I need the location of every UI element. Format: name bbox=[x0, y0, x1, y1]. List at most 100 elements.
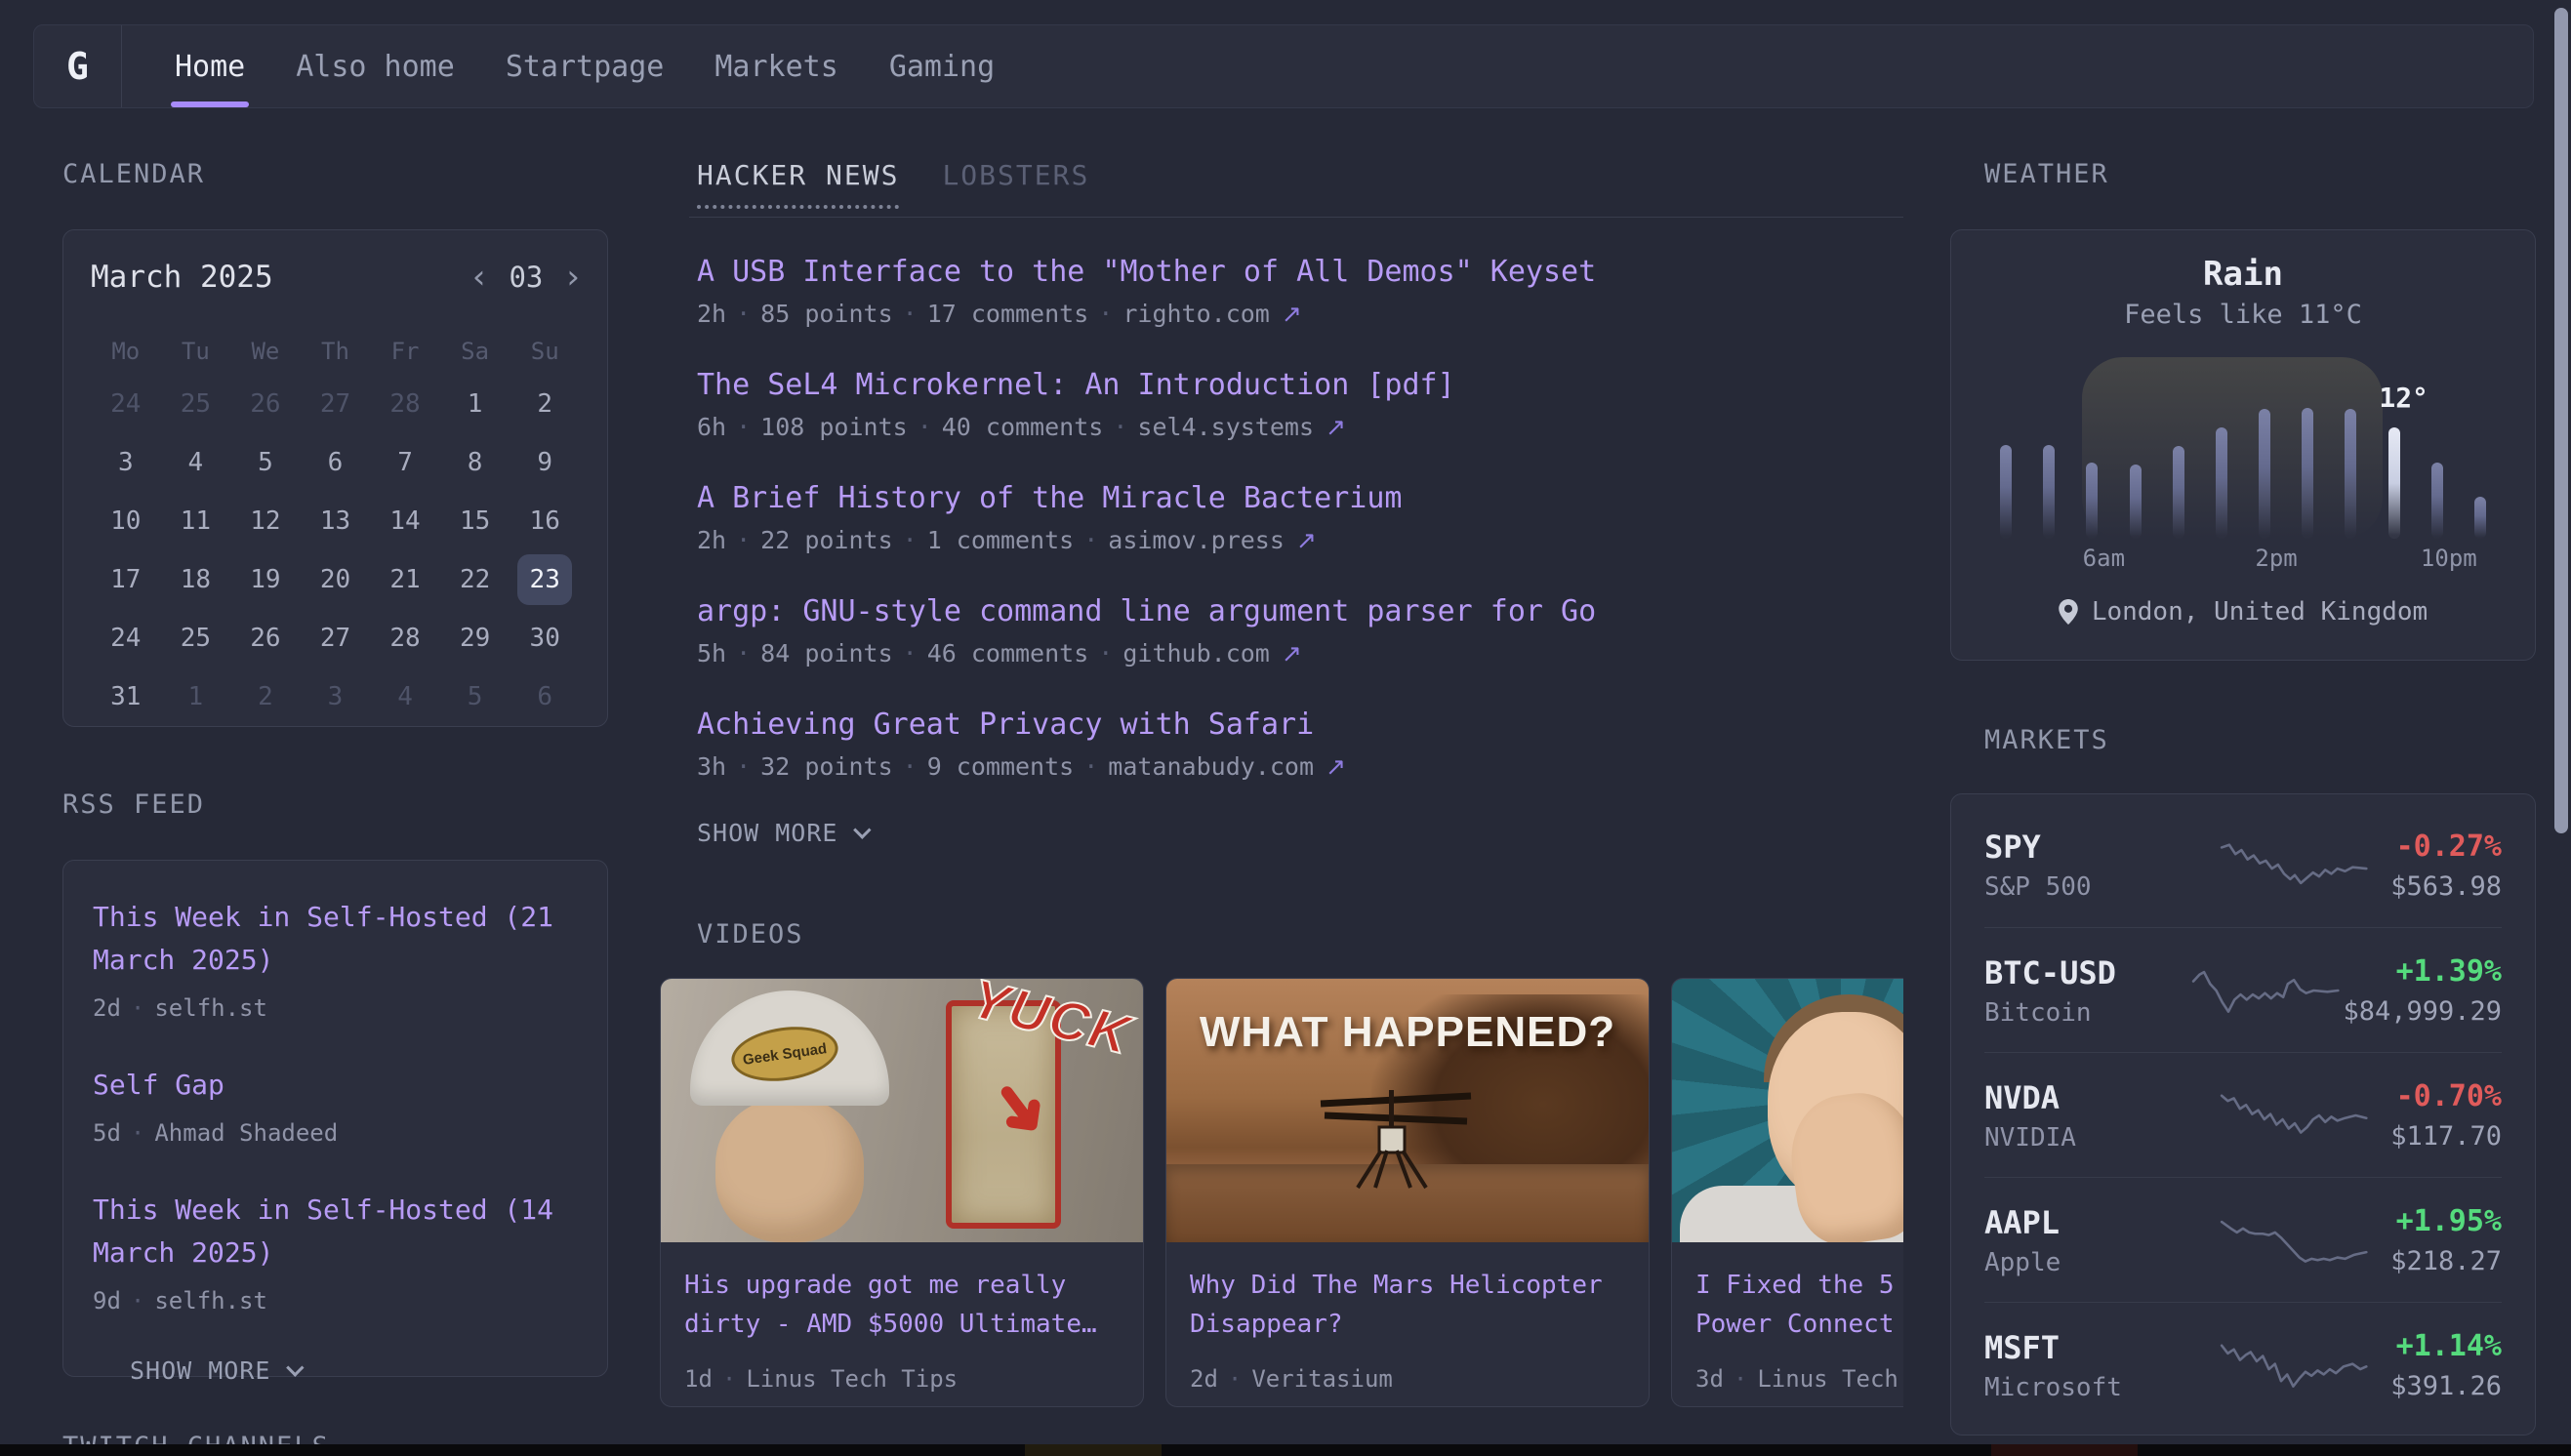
market-values-block: -0.27%$563.98 bbox=[2371, 829, 2502, 902]
calendar-day[interactable]: 10 bbox=[91, 492, 161, 550]
calendar-day[interactable]: 7 bbox=[370, 433, 440, 492]
calendar-day[interactable]: 9 bbox=[510, 433, 580, 492]
calendar-day[interactable]: 28 bbox=[370, 375, 440, 433]
calendar-day-number: 20 bbox=[320, 565, 350, 594]
market-sparkline bbox=[2190, 964, 2343, 1017]
rss-item-title[interactable]: This Week in Self-Hosted (21 March 2025) bbox=[93, 896, 578, 982]
calendar-day[interactable]: 6 bbox=[301, 433, 371, 492]
calendar-day[interactable]: 13 bbox=[301, 492, 371, 550]
news-item-comments: 1 comments bbox=[927, 526, 1075, 554]
calendar-day[interactable]: 4 bbox=[161, 433, 231, 492]
calendar-day[interactable]: 1 bbox=[440, 375, 510, 433]
nav-tab-startpage[interactable]: Startpage bbox=[506, 25, 665, 107]
calendar-day[interactable]: 5 bbox=[230, 433, 301, 492]
calendar-day[interactable]: 25 bbox=[161, 375, 231, 433]
calendar-day[interactable]: 2 bbox=[510, 375, 580, 433]
weather-bar bbox=[2216, 427, 2227, 539]
video-title[interactable]: Why Did The Mars Helicopter Disappear? bbox=[1190, 1266, 1625, 1344]
calendar-day[interactable]: 4 bbox=[370, 667, 440, 726]
external-link-icon: ↗ bbox=[1282, 639, 1302, 667]
video-card[interactable]: WHAT HAPPENED?Why Did The Mars Helicopte… bbox=[1165, 978, 1650, 1407]
rss-item-source: selfh.st bbox=[154, 1287, 267, 1314]
news-item-domain-link[interactable]: asimov.press↗ bbox=[1108, 526, 1317, 554]
page-scrollbar[interactable] bbox=[2554, 8, 2568, 833]
news-item-comments: 9 comments bbox=[927, 752, 1075, 781]
calendar-day-number: 23 bbox=[517, 554, 572, 605]
calendar-day[interactable]: 29 bbox=[440, 609, 510, 667]
video-card[interactable]: DO TH TI Fixed the 5 Power Connect3d·Lin… bbox=[1671, 978, 1903, 1407]
calendar-day-selected[interactable]: 23 bbox=[510, 550, 580, 609]
video-card[interactable]: Geek SquadYUCKHis upgrade got me really … bbox=[660, 978, 1144, 1407]
calendar-day[interactable]: 30 bbox=[510, 609, 580, 667]
rss-show-more-button[interactable]: SHOW MORE bbox=[130, 1356, 578, 1385]
market-row-btc-usd[interactable]: BTC-USDBitcoin+1.39%$84,999.29 bbox=[1984, 927, 2502, 1052]
news-item-title[interactable]: argp: GNU-style command line argument pa… bbox=[697, 592, 1903, 631]
calendar-day[interactable]: 16 bbox=[510, 492, 580, 550]
news-show-more-button[interactable]: SHOW MORE bbox=[697, 819, 1903, 847]
calendar-day[interactable]: 31 bbox=[91, 667, 161, 726]
calendar-day[interactable]: 18 bbox=[161, 550, 231, 609]
news-item-domain-link[interactable]: sel4.systems↗ bbox=[1137, 413, 1346, 441]
calendar-day[interactable]: 17 bbox=[91, 550, 161, 609]
location-pin-icon bbox=[2059, 599, 2078, 625]
news-tab-hacker-news[interactable]: HACKER NEWS bbox=[697, 159, 899, 209]
calendar-day[interactable]: 5 bbox=[440, 667, 510, 726]
calendar-day[interactable]: 19 bbox=[230, 550, 301, 609]
calendar-day[interactable]: 21 bbox=[370, 550, 440, 609]
nav-tab-gaming[interactable]: Gaming bbox=[889, 25, 995, 107]
weather-hour-label: 6am bbox=[2083, 545, 2125, 572]
calendar-day-number: 6 bbox=[328, 448, 344, 477]
market-row-msft[interactable]: MSFTMicrosoft+1.14%$391.26 bbox=[1984, 1302, 2502, 1427]
separator-dot: · bbox=[1098, 300, 1113, 328]
calendar-day[interactable]: 14 bbox=[370, 492, 440, 550]
video-title[interactable]: I Fixed the 5 Power Connect bbox=[1695, 1266, 1903, 1344]
external-link-icon: ↗ bbox=[1282, 300, 1302, 328]
calendar-day[interactable]: 28 bbox=[370, 609, 440, 667]
nav-tab-markets[interactable]: Markets bbox=[714, 25, 837, 107]
calendar-day[interactable]: 6 bbox=[510, 667, 580, 726]
calendar-day[interactable]: 2 bbox=[230, 667, 301, 726]
calendar-day[interactable]: 22 bbox=[440, 550, 510, 609]
news-tab-lobsters[interactable]: LOBSTERS bbox=[942, 159, 1089, 209]
calendar-day-number: 5 bbox=[258, 448, 273, 477]
rss-item-title[interactable]: Self Gap bbox=[93, 1064, 578, 1107]
calendar-day[interactable]: 15 bbox=[440, 492, 510, 550]
calendar-day[interactable]: 8 bbox=[440, 433, 510, 492]
weather-bar bbox=[2130, 465, 2142, 539]
rss-item-source: Ahmad Shadeed bbox=[154, 1119, 338, 1147]
separator-dot: · bbox=[918, 413, 932, 441]
calendar-day[interactable]: 1 bbox=[161, 667, 231, 726]
calendar-prev-icon[interactable]: ‹ bbox=[472, 263, 486, 292]
market-row-nvda[interactable]: NVDANVIDIA-0.70%$117.70 bbox=[1984, 1052, 2502, 1177]
news-item-title[interactable]: A USB Interface to the "Mother of All De… bbox=[697, 253, 1903, 292]
market-symbol: MSFT bbox=[1984, 1328, 2219, 1367]
calendar-day[interactable]: 24 bbox=[91, 609, 161, 667]
news-item-domain-link[interactable]: github.com↗ bbox=[1122, 639, 1301, 667]
news-item-title[interactable]: The SeL4 Microkernel: An Introduction [p… bbox=[697, 366, 1903, 405]
calendar-day[interactable]: 3 bbox=[301, 667, 371, 726]
calendar-next-icon[interactable]: › bbox=[566, 263, 580, 292]
news-item-domain-link[interactable]: matanabudy.com↗ bbox=[1108, 752, 1346, 781]
calendar-day[interactable]: 27 bbox=[301, 609, 371, 667]
calendar-day[interactable]: 27 bbox=[301, 375, 371, 433]
calendar-day[interactable]: 20 bbox=[301, 550, 371, 609]
rss-item-title[interactable]: This Week in Self-Hosted (14 March 2025) bbox=[93, 1189, 578, 1274]
calendar-day[interactable]: 26 bbox=[230, 375, 301, 433]
calendar-day[interactable]: 25 bbox=[161, 609, 231, 667]
calendar-day[interactable]: 12 bbox=[230, 492, 301, 550]
calendar-day[interactable]: 11 bbox=[161, 492, 231, 550]
calendar-day[interactable]: 26 bbox=[230, 609, 301, 667]
market-row-aapl[interactable]: AAPLApple+1.95%$218.27 bbox=[1984, 1177, 2502, 1302]
market-row-spy[interactable]: SPYS&P 500-0.27%$563.98 bbox=[1984, 802, 2502, 927]
nav-tab-also-home[interactable]: Also home bbox=[296, 25, 455, 107]
rss-item-meta: 2d·selfh.st bbox=[93, 993, 578, 1023]
news-item-domain-link[interactable]: righto.com↗ bbox=[1122, 300, 1301, 328]
news-item-title[interactable]: Achieving Great Privacy with Safari bbox=[697, 706, 1903, 745]
calendar-day[interactable]: 3 bbox=[91, 433, 161, 492]
news-item-title[interactable]: A Brief History of the Miracle Bacterium bbox=[697, 479, 1903, 518]
calendar-day-number: 26 bbox=[250, 389, 280, 419]
nav-tab-home[interactable]: Home bbox=[175, 25, 245, 107]
video-title[interactable]: His upgrade got me really dirty - AMD $5… bbox=[684, 1266, 1120, 1344]
calendar-day[interactable]: 24 bbox=[91, 375, 161, 433]
calendar-day-number: 27 bbox=[320, 389, 350, 419]
